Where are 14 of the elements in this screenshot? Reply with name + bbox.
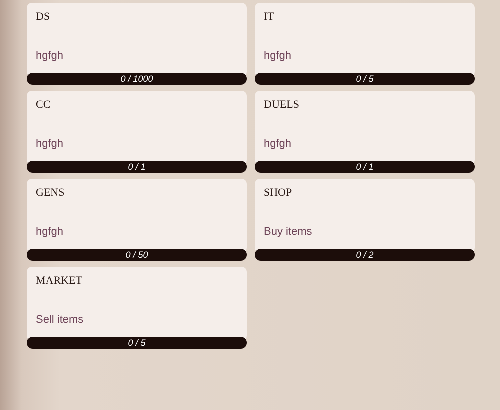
card-description: Buy items (264, 226, 312, 239)
card-title: DUELS (264, 98, 300, 112)
card-description: hgfgh (36, 138, 64, 151)
card-description: hgfgh (36, 226, 64, 239)
card-title: CC (36, 98, 51, 112)
card-title: MARKET (36, 274, 82, 288)
card-description: Sell items (36, 314, 84, 327)
card-description: hgfgh (264, 138, 292, 151)
card-title: SHOP (264, 186, 292, 200)
card-title: IT (264, 10, 274, 24)
card-title: GENS (36, 186, 65, 200)
card-description: hgfgh (36, 50, 64, 63)
card-description: hgfgh (264, 50, 292, 63)
card-title: DS (36, 10, 50, 24)
